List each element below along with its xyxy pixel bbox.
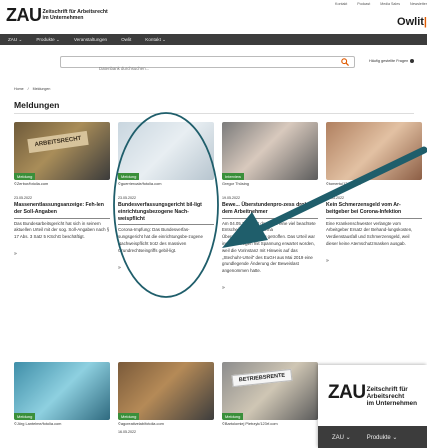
logo-mark: ZAU xyxy=(6,5,42,25)
main-nav: ZAU ⌄ Produkte ⌄ Veranstaltungen Owlit K… xyxy=(0,34,427,45)
card-date: 17.05.2022 xyxy=(326,196,344,200)
category-badge: Meldung xyxy=(222,413,244,420)
arbeitsrecht-label: ARBEITSRECHT xyxy=(27,130,89,154)
title-divider xyxy=(14,113,414,114)
news-card[interactable]: Meldung ©agcreativelab/fotolia.com 16.05… xyxy=(118,362,214,434)
utility-link-newsletter[interactable]: Newsletter xyxy=(410,2,427,6)
breadcrumb: Home / Meldungen xyxy=(14,87,50,91)
card-headline[interactable]: Bewe... Überstundenpro-zess droht dem Ar… xyxy=(222,202,318,219)
card-date: 19.05.2022 xyxy=(222,196,240,200)
nav-zau[interactable]: ZAU ⌄ xyxy=(8,37,22,43)
read-more-link[interactable]: » xyxy=(222,285,318,291)
faq-label: Häufig gestellte Fragen xyxy=(369,59,409,63)
sticky-logo-line-1: Zeitschrift für Arbeitsrecht xyxy=(366,386,408,400)
image-credit: ©guerrieroale/fotolia.com xyxy=(118,181,162,186)
read-more-link[interactable]: » xyxy=(326,258,422,264)
card-teaser: Am 04.05.2022 hat das BAG eine viel beac… xyxy=(222,220,316,274)
image-credit: ©Jörg Lantelme/fotolia.com xyxy=(14,421,62,426)
card-image[interactable]: Meldung xyxy=(118,122,214,180)
utility-link-podcast[interactable]: Podcast xyxy=(357,2,370,6)
search-icon[interactable] xyxy=(338,56,352,68)
card-image[interactable] xyxy=(326,122,422,180)
category-badge: Meldung xyxy=(118,173,140,180)
image-credit: Gregor Thüsing xyxy=(222,181,249,186)
card-date: 23.05.2022 xyxy=(14,196,32,200)
nav-kontakt[interactable]: Kontakt ⌄ xyxy=(145,37,166,43)
nav-owlit[interactable]: Owlit xyxy=(121,37,131,42)
sticky-nav-produkte[interactable]: Produkte ⌄ xyxy=(367,434,398,441)
image-credit: ©Bartolomiej Pietrzyk/123rf.com xyxy=(222,421,278,426)
sticky-nav-zau[interactable]: ZAU ⌄ xyxy=(332,434,351,441)
utility-link-media-sales[interactable]: Media Sales xyxy=(380,2,400,6)
betriebsrente-label: BETRIEBSRENTE xyxy=(231,368,293,388)
news-card[interactable]: Meldung ©guerrieroale/fotolia.com 23.05.… xyxy=(118,122,214,271)
card-image[interactable]: BETRIEBSRENTE Meldung xyxy=(222,362,318,420)
category-badge: Meldung xyxy=(14,413,36,420)
card-teaser: Das Bundesarbeitsgericht hat sich in sei… xyxy=(14,220,110,240)
logo-line-2: im Unternehmen xyxy=(42,15,84,21)
utility-link-kontakt[interactable]: Kontakt xyxy=(335,2,347,6)
sticky-header-preview: ZAU Zeitschrift für Arbeitsrecht im Unte… xyxy=(318,365,427,448)
sticky-logo-line-2: im Unternehmen xyxy=(366,400,417,407)
sticky-logo-subtitle: Zeitschrift für Arbeitsrecht im Unterneh… xyxy=(367,386,427,407)
card-teaser: Corona-Impfung: Das Bundesverfas-sungsge… xyxy=(118,227,203,253)
utility-links: Kontakt Podcast Media Sales Newsletter xyxy=(335,2,427,6)
sticky-logo[interactable]: ZAU Zeitschrift für Arbeitsrecht im Unte… xyxy=(328,383,427,407)
search-input[interactable] xyxy=(61,63,354,74)
card-date: 23.05.2022 xyxy=(118,196,136,200)
card-image[interactable]: Meldung xyxy=(14,362,110,420)
sticky-nav: ZAU ⌄ Produkte ⌄ xyxy=(318,426,427,448)
category-badge: Meldung xyxy=(14,173,36,180)
category-badge: Meldung xyxy=(118,413,140,420)
image-credit: ©agcreativelab/fotolia.com xyxy=(118,421,164,426)
card-image[interactable]: Interview xyxy=(222,122,318,180)
logo-subtitle: Zeitschrift für Arbeitsrecht im Unterneh… xyxy=(43,9,108,21)
nav-produkte[interactable]: Produkte ⌄ xyxy=(36,37,60,43)
owlit-name: Owlit xyxy=(397,16,424,28)
category-badge: Interview xyxy=(222,173,245,180)
card-headline[interactable]: Bundesverfassungsgericht bil-ligt einric… xyxy=(118,202,214,226)
page-title: Meldungen xyxy=(14,100,60,110)
news-card[interactable]: BETRIEBSRENTE Meldung ©Bartolomiej Pietr… xyxy=(222,362,318,426)
card-teaser: Eine Krankenschwester verlangte vom Arbe… xyxy=(326,220,413,246)
nav-veranstaltungen[interactable]: Veranstaltungen xyxy=(74,37,107,42)
card-date: 16.05.2022 xyxy=(118,430,136,434)
news-card[interactable]: Interview Gregor Thüsing 19.05.2022 Bewe… xyxy=(222,122,318,291)
breadcrumb-current: Meldungen xyxy=(32,87,51,91)
site-logo[interactable]: ZAU Zeitschrift für Arbeitsrecht im Unte… xyxy=(6,6,108,24)
read-more-link[interactable]: » xyxy=(118,265,214,271)
faq-info-icon xyxy=(410,59,415,63)
news-card[interactable]: ©tomertu/123rf.com 17.05.2022 Kein Schme… xyxy=(326,122,422,264)
breadcrumb-separator: / xyxy=(27,87,29,91)
news-card[interactable]: Meldung ©Jörg Lantelme/fotolia.com xyxy=(14,362,110,426)
news-card[interactable]: ARBEITSRECHT Meldung ©Zerbor/fotolia.com… xyxy=(14,122,110,257)
faq-link[interactable]: Häufig gestellte Fragen xyxy=(369,59,415,63)
image-credit: ©Zerbor/fotolia.com xyxy=(14,181,49,186)
card-headline[interactable]: Kein Schmerzensgeld vom Ar-beitgeber bei… xyxy=(326,202,422,219)
search-box xyxy=(60,56,355,74)
breadcrumb-home[interactable]: Home xyxy=(14,87,24,91)
card-image[interactable]: Meldung xyxy=(118,362,214,420)
owlit-logo[interactable]: Owlit| xyxy=(397,16,427,28)
sticky-logo-mark: ZAU xyxy=(328,382,366,403)
read-more-link[interactable]: » xyxy=(14,251,110,257)
card-image[interactable]: ARBEITSRECHT Meldung xyxy=(14,122,110,180)
card-headline[interactable]: Massenentlassungsanzeige: Feh-len der So… xyxy=(14,202,110,219)
image-credit: ©tomertu/123rf.com xyxy=(326,181,361,186)
